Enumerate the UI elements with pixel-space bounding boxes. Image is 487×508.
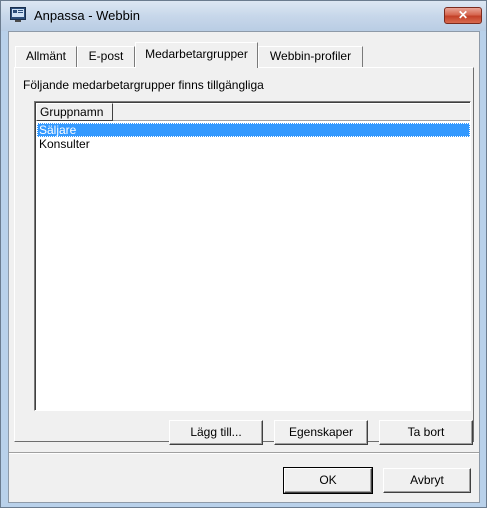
ok-button[interactable]: OK (283, 467, 373, 494)
tab-label: Webbin-profiler (269, 49, 352, 63)
window-title: Anpassa - Webbin (34, 8, 140, 23)
dialog-separator (9, 452, 479, 454)
dialog-window: Anpassa - Webbin ✕ Allmänt E-post Medarb… (0, 0, 487, 508)
tab-webbin-profiler[interactable]: Webbin-profiler (258, 46, 363, 67)
tab-label: Allmänt (25, 49, 66, 63)
tab-medarbetargrupper[interactable]: Medarbetargrupper (135, 42, 258, 68)
list-item[interactable]: Säljare (37, 123, 470, 137)
tab-e-post[interactable]: E-post (77, 46, 135, 67)
tab-allmant[interactable]: Allmänt (15, 46, 77, 67)
cancel-button[interactable]: Avbryt (383, 468, 471, 493)
app-window-icon (10, 7, 26, 22)
add-group-button[interactable]: Lägg till... (169, 420, 263, 445)
dialog-client-area: Allmänt E-post Medarbetargrupper Webbin-… (8, 31, 480, 503)
group-list[interactable]: Gruppnamn Säljare Konsulter (34, 101, 471, 411)
close-button[interactable]: ✕ (444, 7, 482, 24)
title-bar[interactable]: Anpassa - Webbin ✕ (1, 1, 486, 31)
column-header-gruppnamn[interactable]: Gruppnamn (36, 103, 113, 121)
properties-button[interactable]: Egenskaper (274, 420, 368, 445)
groups-description: Följande medarbetargrupper finns tillgän… (23, 78, 264, 92)
tab-label: E-post (88, 49, 124, 63)
remove-button[interactable]: Ta bort (379, 420, 473, 445)
tab-label: Medarbetargrupper (145, 47, 248, 61)
column-header-filler (113, 103, 470, 121)
list-item[interactable]: Konsulter (37, 137, 470, 151)
